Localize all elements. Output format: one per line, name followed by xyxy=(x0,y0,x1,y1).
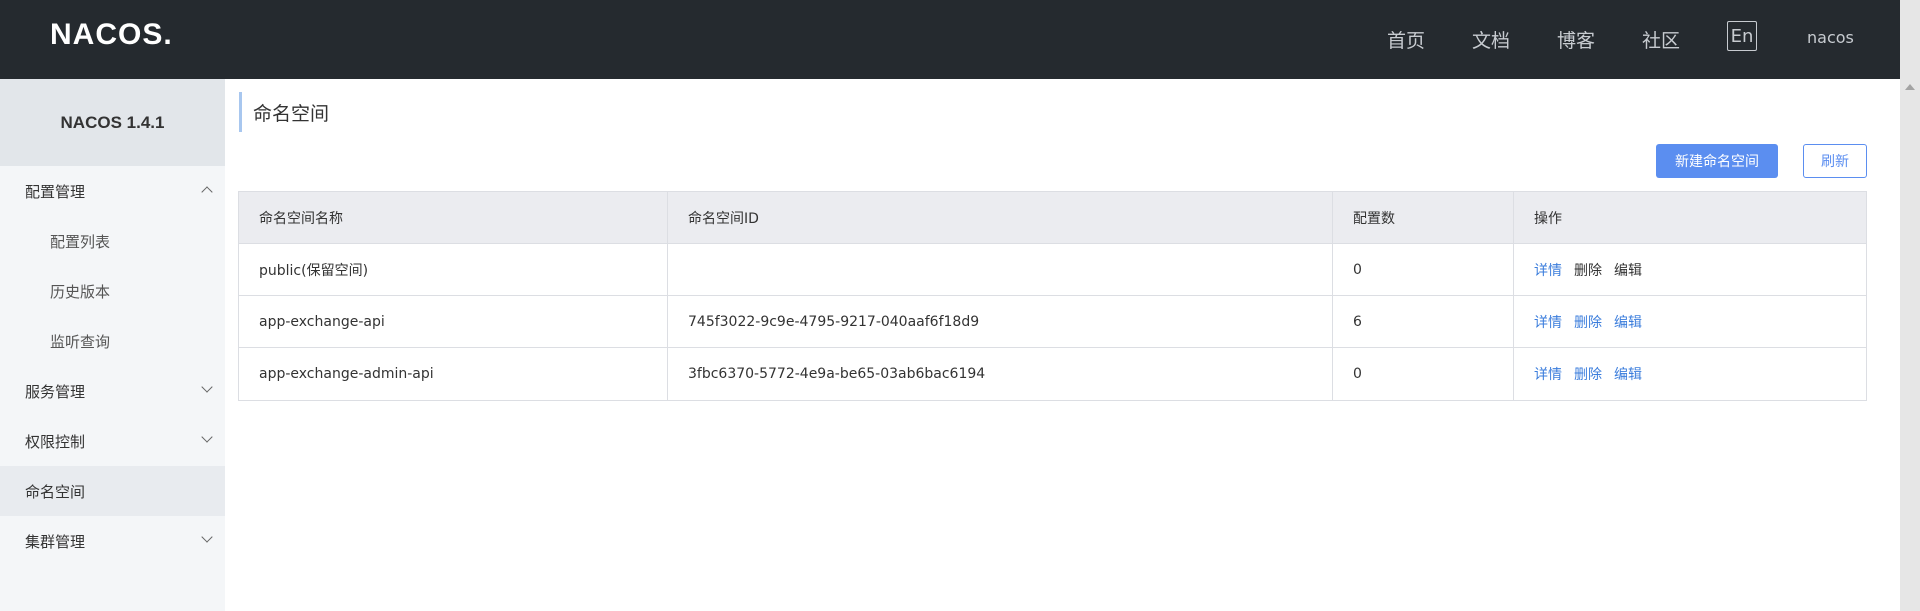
nav-blog[interactable]: 博客 xyxy=(1557,26,1595,53)
nav-community[interactable]: 社区 xyxy=(1642,26,1680,53)
actions-cell: 详情 删除 编辑 xyxy=(1514,296,1868,348)
chevron-up-icon xyxy=(201,186,213,198)
actions-cell: 详情 删除 编辑 xyxy=(1514,244,1868,296)
sidebar-item-label: 命名空间 xyxy=(25,482,86,501)
sidebar-item-config-management[interactable]: 配置管理 xyxy=(0,166,225,216)
namespace-name: public(保留空间) xyxy=(239,244,668,296)
namespace-name: app-exchange-admin-api xyxy=(239,348,668,400)
column-header-actions: 操作 xyxy=(1534,211,1562,227)
main-content: 命名空间 新建命名空间 刷新 命名空间名称 命名空间ID 配置数 操作 publ… xyxy=(225,79,1900,611)
details-link[interactable]: 详情 xyxy=(1534,364,1562,384)
vertical-scrollbar[interactable] xyxy=(1900,0,1920,611)
details-link[interactable]: 详情 xyxy=(1534,312,1562,332)
scrollbar-thumb[interactable] xyxy=(1900,0,1920,611)
sidebar-item-label: 集群管理 xyxy=(25,532,86,551)
page-title: 命名空间 xyxy=(239,92,329,132)
sidebar: NACOS 1.4.1 配置管理 配置列表 历史版本 监听查询 服务管理 权限控… xyxy=(0,79,225,611)
sidebar-item-label: 配置列表 xyxy=(50,232,111,251)
namespace-id xyxy=(668,244,1333,296)
config-count: 0 xyxy=(1333,244,1514,296)
top-header: NACOS. 首页 文档 博客 社区 En nacos xyxy=(0,0,1900,79)
sidebar-item-service-management[interactable]: 服务管理 xyxy=(0,366,225,416)
version-label: NACOS 1.4.1 xyxy=(0,79,225,166)
sidebar-item-label: 监听查询 xyxy=(50,332,111,351)
sidebar-item-label: 权限控制 xyxy=(25,432,86,451)
edit-link[interactable]: 编辑 xyxy=(1614,312,1642,332)
sidebar-item-label: 配置管理 xyxy=(25,182,86,201)
language-toggle-button[interactable]: En xyxy=(1727,21,1757,51)
namespace-id: 3fbc6370-5772-4e9a-be65-03ab6bac6194 xyxy=(668,348,1333,400)
column-header-id: 命名空间ID xyxy=(668,192,1333,244)
config-count: 6 xyxy=(1333,296,1514,348)
sidebar-item-namespace[interactable]: 命名空间 xyxy=(0,466,225,516)
actions-cell: 详情 删除 编辑 xyxy=(1514,348,1868,400)
delete-link[interactable]: 删除 xyxy=(1574,312,1602,332)
edit-link[interactable]: 编辑 xyxy=(1614,260,1642,280)
chevron-down-icon xyxy=(201,531,213,543)
nav-docs[interactable]: 文档 xyxy=(1472,26,1510,53)
table-row: public(保留空间) 0 详情 删除 编辑 xyxy=(239,244,1866,296)
table-row: app-exchange-admin-api 3fbc6370-5772-4e9… xyxy=(239,348,1866,400)
sidebar-item-config-list[interactable]: 配置列表 xyxy=(0,216,225,266)
edit-link[interactable]: 编辑 xyxy=(1614,364,1642,384)
nav-home[interactable]: 首页 xyxy=(1387,26,1425,53)
sidebar-item-listener-query[interactable]: 监听查询 xyxy=(0,316,225,366)
column-header-count: 配置数 xyxy=(1333,192,1514,244)
nacos-logo[interactable]: NACOS. xyxy=(50,18,173,51)
config-count: 0 xyxy=(1333,348,1514,400)
user-name[interactable]: nacos xyxy=(1807,28,1854,47)
table-row: app-exchange-api 745f3022-9c9e-4795-9217… xyxy=(239,296,1866,348)
logo-text: NACOS. xyxy=(50,18,173,51)
table-header-row: 命名空间名称 命名空间ID 配置数 操作 xyxy=(239,192,1866,244)
chevron-down-icon xyxy=(201,431,213,443)
namespace-table: 命名空间名称 命名空间ID 配置数 操作 public(保留空间) 0 详情 删… xyxy=(238,191,1867,401)
column-header-name: 命名空间名称 xyxy=(239,192,668,244)
sidebar-item-access-control[interactable]: 权限控制 xyxy=(0,416,225,466)
delete-link[interactable]: 删除 xyxy=(1574,260,1602,280)
create-namespace-button[interactable]: 新建命名空间 xyxy=(1656,144,1778,178)
sidebar-item-cluster-management[interactable]: 集群管理 xyxy=(0,516,225,566)
sidebar-item-label: 服务管理 xyxy=(25,382,86,401)
chevron-down-icon xyxy=(201,381,213,393)
sidebar-item-history[interactable]: 历史版本 xyxy=(0,266,225,316)
details-link[interactable]: 详情 xyxy=(1534,260,1562,280)
namespace-id: 745f3022-9c9e-4795-9217-040aaf6f18d9 xyxy=(668,296,1333,348)
sidebar-item-label: 历史版本 xyxy=(50,282,111,301)
refresh-button[interactable]: 刷新 xyxy=(1803,144,1867,178)
scroll-up-arrow-icon[interactable] xyxy=(1905,84,1915,90)
namespace-name: app-exchange-api xyxy=(239,296,668,348)
delete-link[interactable]: 删除 xyxy=(1574,364,1602,384)
